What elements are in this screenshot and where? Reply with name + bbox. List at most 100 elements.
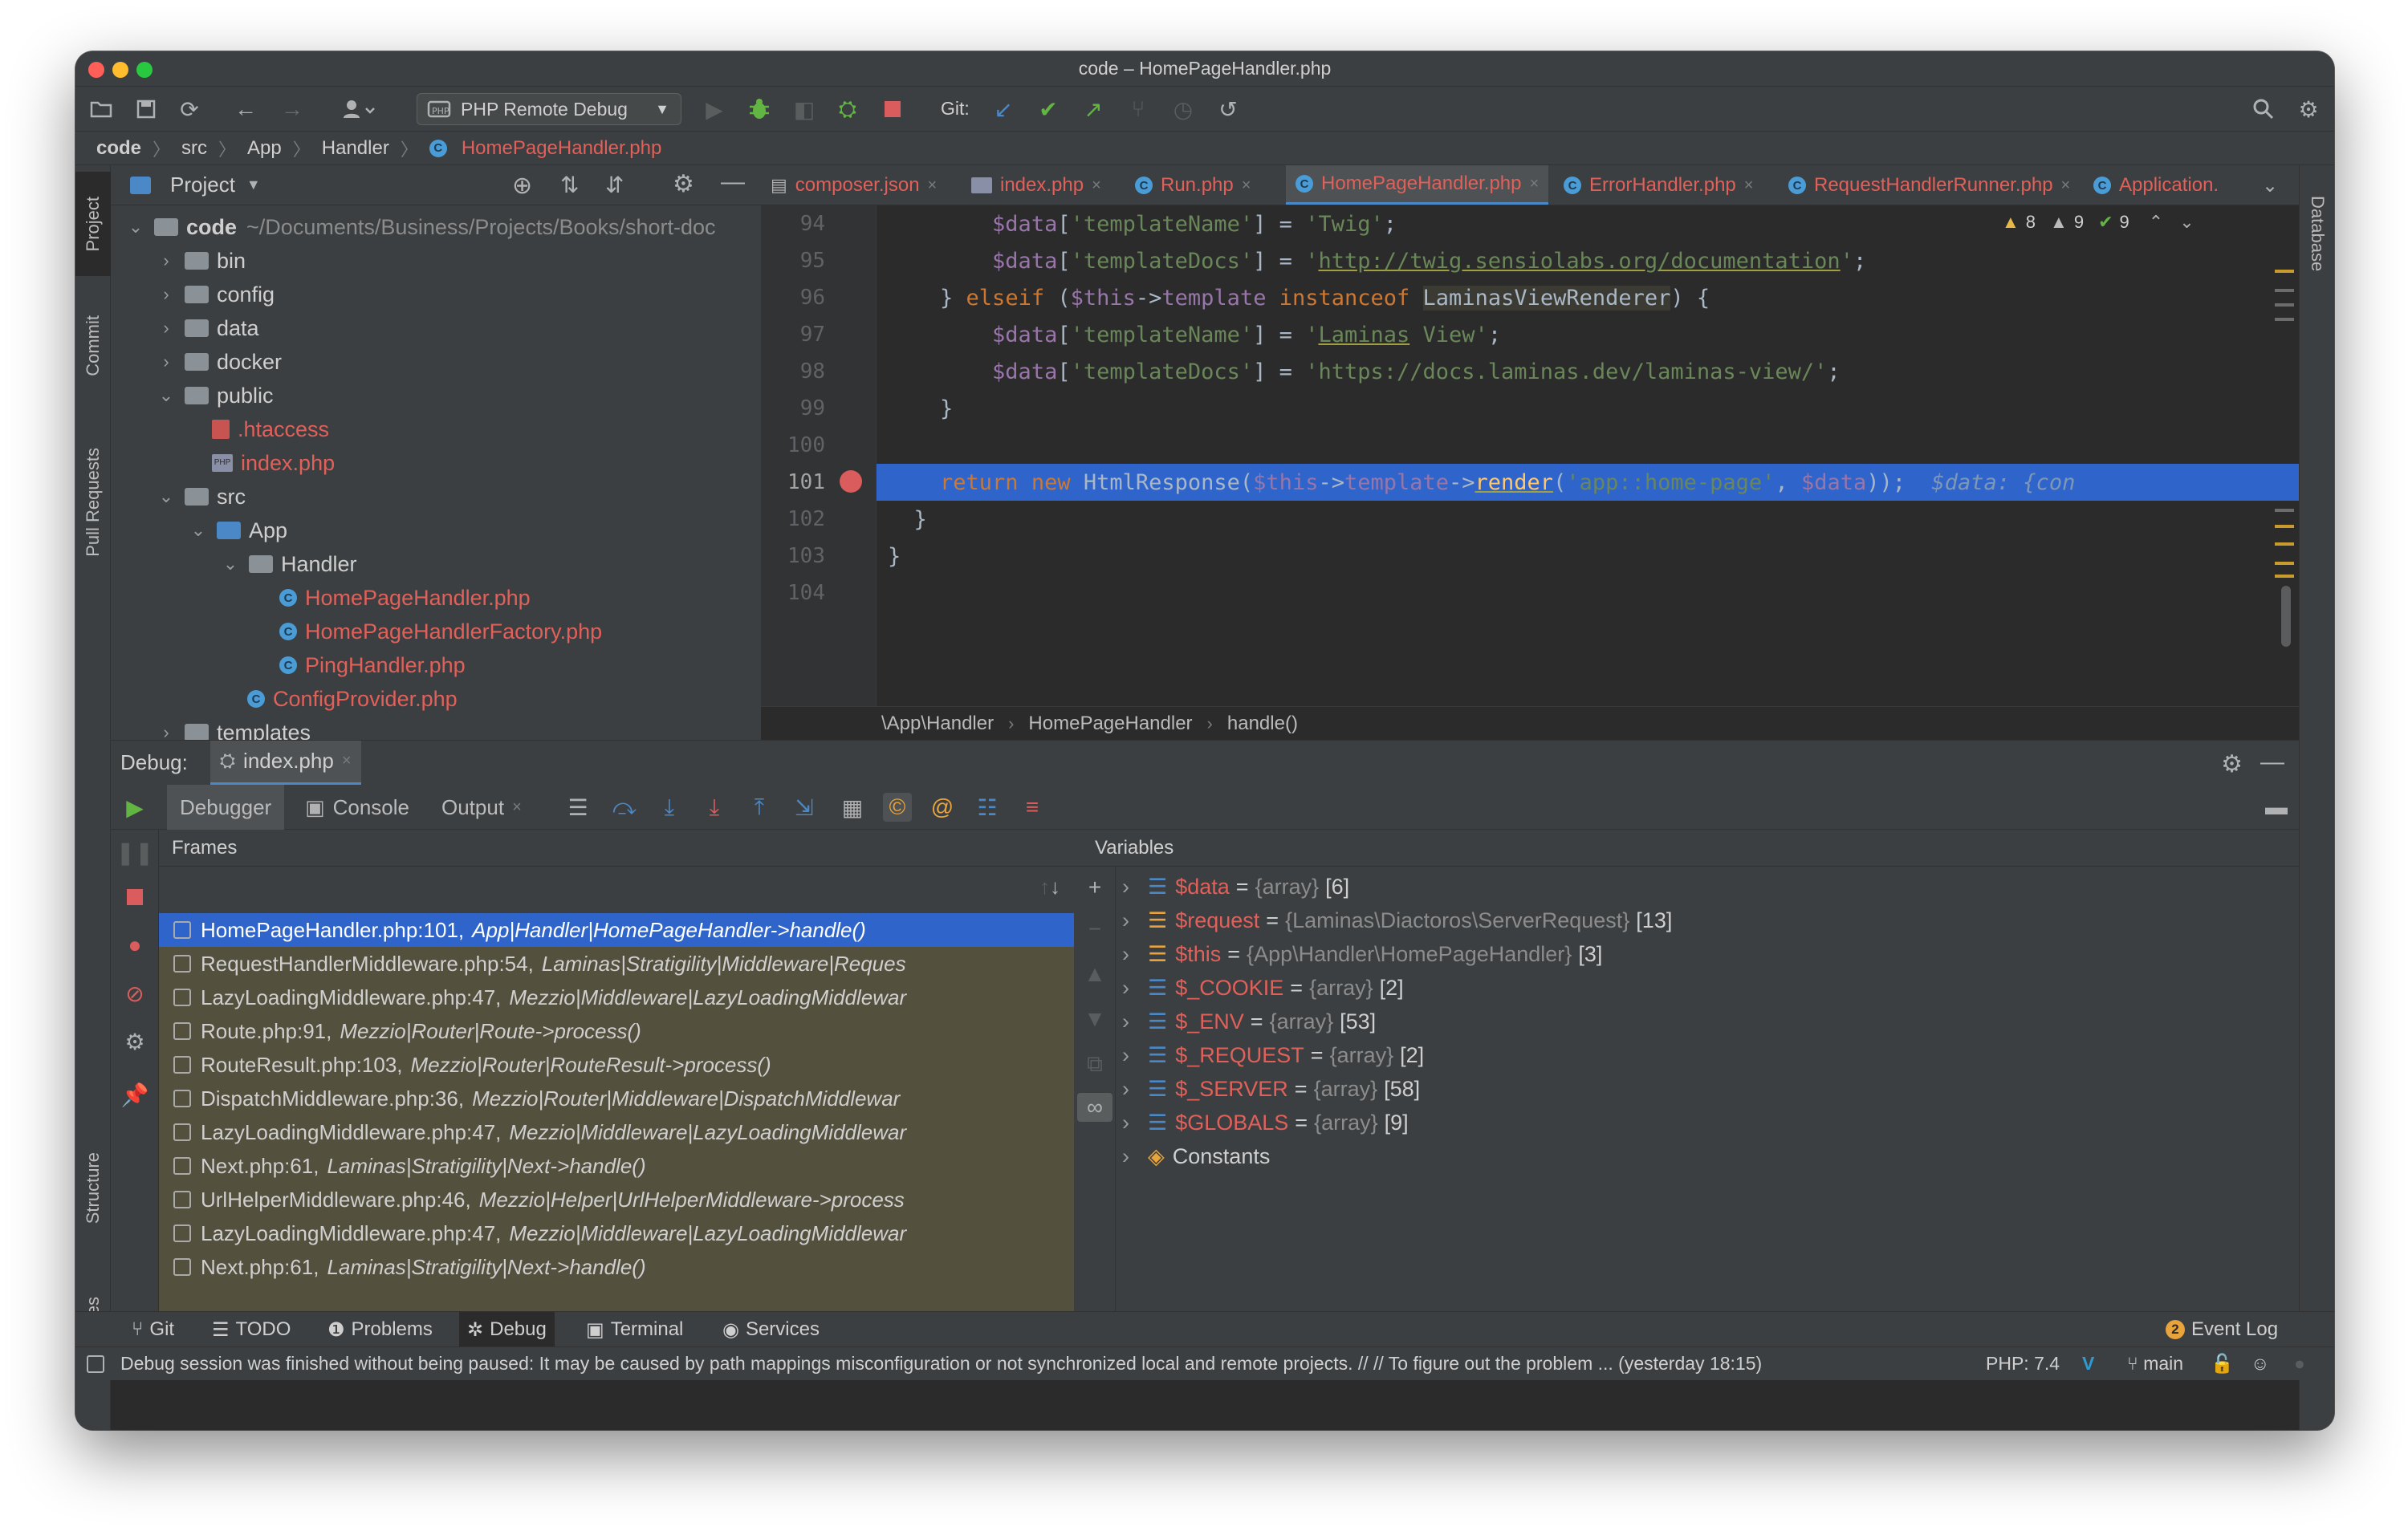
git-commit-icon[interactable]: ✔ (1034, 95, 1063, 124)
step-over-icon[interactable]: ⤼ (610, 793, 639, 822)
todo-tool-button[interactable]: ☰ TODO (204, 1312, 299, 1347)
stack-frame-row[interactable]: DispatchMiddleware.php:36, Mezzio|Router|… (159, 1082, 1074, 1115)
tree-item-handler[interactable]: ⌄ Handler (111, 547, 761, 581)
tree-item-htaccess[interactable]: .htaccess (111, 412, 761, 446)
tabs-overflow-chevron-icon[interactable]: ⌄ (2262, 165, 2278, 205)
chevron-right-icon[interactable]: › (1122, 976, 1143, 1001)
forward-arrow-icon[interactable]: → (278, 95, 307, 124)
breadcrumb-class[interactable]: HomePageHandler (1028, 713, 1192, 735)
layout-settings-icon[interactable]: ▬ (2262, 793, 2291, 822)
stack-frame-row[interactable]: RequestHandlerMiddleware.php:54, Laminas|… (159, 947, 1074, 981)
evaluate-expression-icon[interactable]: ▦ (838, 793, 867, 822)
rollback-icon[interactable]: ↺ (1214, 95, 1243, 124)
save-all-icon[interactable] (132, 95, 161, 124)
remove-watch-icon[interactable]: − (1080, 915, 1109, 944)
terminal-tool-button[interactable]: ▣ Terminal (578, 1312, 691, 1347)
next-problem-icon[interactable]: ⌄ (2179, 212, 2194, 233)
breadcrumb-namespace[interactable]: \App\Handler (881, 713, 994, 735)
chevron-right-icon[interactable]: › (1122, 908, 1143, 933)
close-icon[interactable]: × (1744, 177, 1754, 195)
close-icon[interactable]: × (512, 798, 522, 817)
open-folder-icon[interactable] (87, 95, 116, 124)
debug-bug-icon[interactable] (745, 95, 774, 124)
tree-item-public[interactable]: ⌄ public (111, 379, 761, 412)
status-message[interactable]: Debug session was finished without being… (120, 1353, 1950, 1375)
breakpoint-icon[interactable] (840, 470, 862, 493)
editor-scrollbar-thumb[interactable] (2281, 586, 2291, 647)
tree-item-configprovider[interactable]: C ConfigProvider.php (111, 682, 761, 716)
next-frame-icon[interactable]: ↓ (1050, 875, 1074, 900)
stack-frame-row[interactable]: LazyLoadingMiddleware.php:47, Mezzio|Midd… (159, 1115, 1074, 1149)
variable-row[interactable]: › ☰ $_ENV = {array} [53] (1122, 1005, 1376, 1038)
php-remote-icon[interactable]: @ (928, 793, 957, 822)
tab-requesthandlerrunner-php[interactable]: C RequestHandlerRunner.php × (1788, 165, 2070, 205)
commit-tool-tab[interactable]: Commit (75, 294, 111, 398)
debug-settings-icon[interactable]: ⚙ (120, 1027, 149, 1056)
chevron-right-icon[interactable]: › (1122, 1111, 1143, 1135)
tab-debugger[interactable]: Debugger (167, 785, 285, 830)
project-tool-tab[interactable]: Project (75, 172, 111, 276)
stack-frame-row[interactable]: RouteResult.php:103, Mezzio|Router|RouteR… (159, 1048, 1074, 1082)
user-dropdown-icon[interactable] (337, 95, 382, 124)
expand-all-icon[interactable]: ⇅ (560, 172, 579, 198)
toggle-tool-windows-icon[interactable] (87, 1354, 104, 1373)
chevron-right-icon[interactable]: › (1122, 1144, 1143, 1169)
constants-row[interactable]: › ◈ Constants (1122, 1139, 1270, 1173)
move-up-icon[interactable]: ▲ (1080, 960, 1109, 989)
tab-errorhandler-php[interactable]: C ErrorHandler.php × (1564, 165, 1753, 205)
git-branch-widget[interactable]: ⑂ main (2127, 1353, 2183, 1375)
breadcrumb-handler[interactable]: Handler (322, 137, 389, 160)
chevron-right-icon[interactable]: › (1122, 875, 1143, 900)
chevron-right-icon[interactable]: › (1122, 942, 1143, 967)
php-version[interactable]: PHP: 7.4 (1986, 1353, 2060, 1375)
step-out-icon[interactable]: ⤒ (745, 793, 774, 822)
previous-frame-icon[interactable]: ↑ (1039, 875, 1050, 900)
back-arrow-icon[interactable]: ← (231, 95, 260, 124)
stack-frame-row[interactable]: HomePageHandler.php:101, App|Handler|Home… (159, 913, 1074, 947)
inspector-icon[interactable]: ☺ (2251, 1353, 2269, 1375)
locate-file-icon[interactable]: ⊕ (512, 172, 532, 200)
tab-application[interactable]: C Application. (2093, 165, 2219, 205)
tab-output[interactable]: Output × (441, 785, 522, 830)
force-step-into-icon[interactable]: ⤓ (700, 793, 729, 822)
git-tool-button[interactable]: ⑂ Git (124, 1312, 182, 1347)
problems-tool-button[interactable]: ❶ Problems (319, 1312, 441, 1347)
new-watch-icon[interactable]: + (1080, 873, 1109, 902)
tree-item-index-php[interactable]: PHP index.php (111, 446, 761, 480)
stack-frame-row[interactable]: LazyLoadingMiddleware.php:47, Mezzio|Midd… (159, 1216, 1074, 1250)
search-icon[interactable] (2249, 95, 2278, 124)
close-icon[interactable]: × (1092, 177, 1101, 195)
tree-item-config[interactable]: › config (111, 278, 761, 311)
chevron-right-icon[interactable]: › (1122, 1077, 1143, 1102)
hide-panel-icon[interactable]: — (2260, 749, 2284, 776)
resume-program-icon[interactable]: ▶ (111, 785, 159, 830)
breadcrumb-code[interactable]: code (96, 137, 141, 160)
attach-debugger-icon[interactable]: ⛭ (833, 95, 862, 124)
run-configuration-select[interactable]: PHP PHP Remote Debug ▼ (417, 93, 681, 125)
stack-frame-row[interactable]: Route.php:91, Mezzio|Router|Route->proces… (159, 1014, 1074, 1048)
tab-console[interactable]: ▣ Console (305, 785, 409, 830)
close-icon[interactable]: × (342, 752, 352, 770)
structure-tool-tab[interactable]: Structure (75, 1128, 111, 1249)
inspection-widget[interactable]: ▲ 8 ▲ 9 ✔ 9 ⌃ ⌄ (1997, 210, 2199, 234)
show-execution-point-icon[interactable]: ☰ (563, 793, 592, 822)
tree-item-pinghandler[interactable]: C PingHandler.php (111, 648, 761, 682)
tree-item-bin[interactable]: › bin (111, 244, 761, 278)
step-into-icon[interactable]: ⤓ (655, 793, 684, 822)
git-branches-icon[interactable]: ⑂ (1124, 95, 1153, 124)
breadcrumb-file[interactable]: HomePageHandler.php (462, 137, 662, 160)
restore-layout-icon[interactable]: ≡ (1018, 793, 1047, 822)
previous-problem-icon[interactable]: ⌃ (2149, 212, 2163, 233)
tree-item-app[interactable]: ⌄ App (111, 514, 761, 547)
close-icon[interactable]: × (2061, 177, 2071, 195)
pin-tab-icon[interactable]: 📌 (120, 1080, 149, 1109)
debug-tool-button[interactable]: ✲ Debug (459, 1312, 555, 1347)
view-breakpoints-icon[interactable]: ● (120, 931, 149, 960)
close-icon[interactable]: × (1530, 175, 1540, 193)
git-push-icon[interactable]: ↗ (1079, 95, 1108, 124)
sync-icon[interactable]: ⟳ (175, 95, 204, 124)
git-update-icon[interactable]: ↙ (989, 95, 1018, 124)
break-on-first-line-icon[interactable]: © (883, 793, 912, 822)
chevron-right-icon[interactable]: › (1122, 1009, 1143, 1034)
code-editor[interactable]: 94 $data['templateName'] = 'Twig'; 95 $d… (761, 205, 2299, 706)
